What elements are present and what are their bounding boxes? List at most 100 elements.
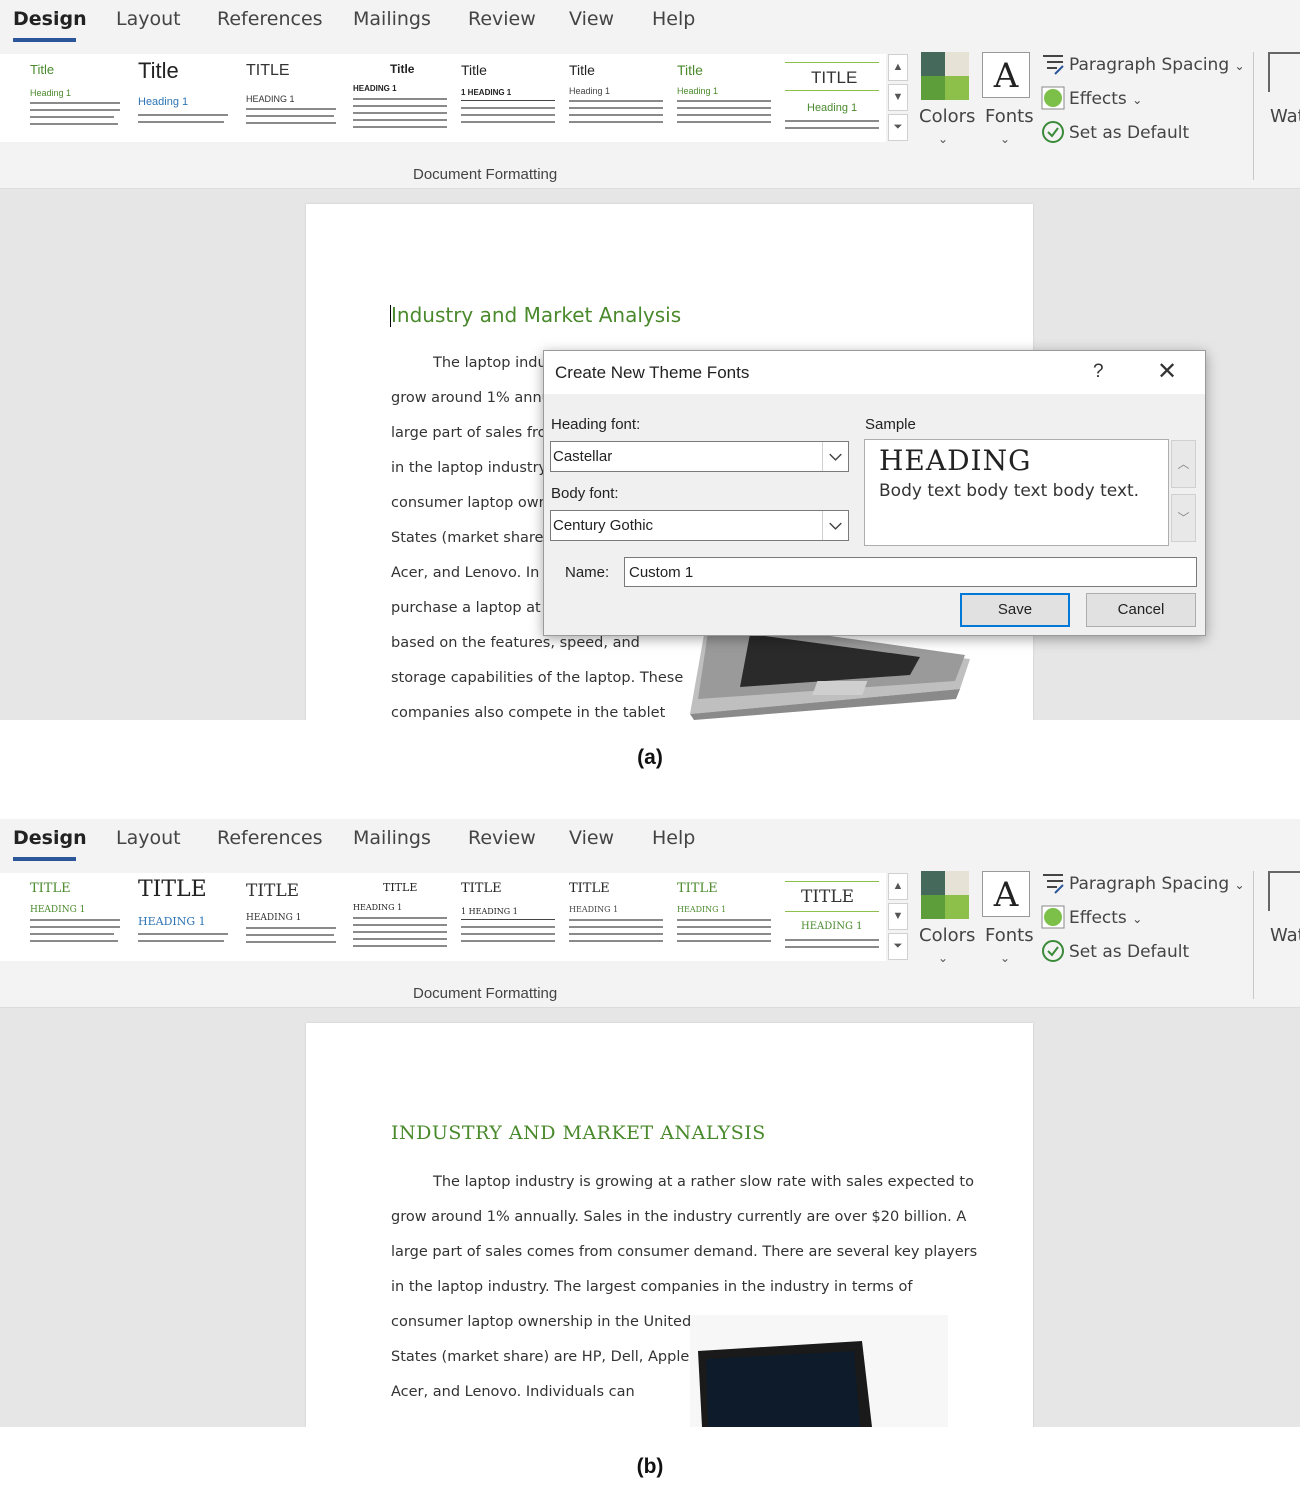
style-set-item[interactable]: TITLE HEADING 1 — [238, 54, 343, 140]
body-text-line: in the laptop industry. — [391, 460, 550, 476]
paragraph-spacing-button[interactable]: Paragraph Spacing ⌄ — [1069, 55, 1245, 75]
style-set-item[interactable]: TITLE HEADING 1 — [22, 873, 127, 959]
gallery-scroll-up-button[interactable]: ▲ — [888, 54, 908, 81]
fonts-button[interactable]: A — [982, 871, 1030, 917]
style-set-heading: 1 HEADING 1 — [461, 88, 512, 97]
style-set-text-preview — [677, 114, 771, 116]
effects-button[interactable]: Effects ⌄ — [1069, 908, 1142, 928]
style-set-title: Title — [30, 62, 55, 77]
style-set-text-preview — [569, 114, 663, 116]
tab-design[interactable]: Design — [13, 8, 87, 30]
style-set-item[interactable]: Title Heading 1 — [669, 54, 774, 140]
tab-references[interactable]: References — [217, 827, 323, 849]
body-text-line: storage capabilities of the laptop. Thes… — [391, 670, 684, 686]
style-set-text-preview — [246, 934, 334, 936]
body-text-line: The laptop indu — [433, 355, 547, 371]
panel-b-screenshot: Design Layout References Mailings Review… — [0, 819, 1300, 1427]
style-set-text-preview — [353, 917, 447, 919]
tab-design[interactable]: Design — [13, 827, 87, 849]
body-text-line: large part of sales fror — [391, 425, 553, 441]
colors-button[interactable] — [921, 52, 969, 100]
style-set-rule — [785, 881, 879, 882]
sample-scroll-up-button[interactable]: ︿ — [1171, 440, 1196, 488]
style-set-item[interactable]: Title 1 HEADING 1 — [453, 54, 558, 140]
style-set-item[interactable]: Title Heading 1 — [22, 54, 127, 140]
gallery-scroll-down-button[interactable]: ▼ — [888, 84, 908, 111]
paragraph-spacing-icon — [1043, 55, 1064, 75]
body-font-combobox[interactable]: Century Gothic — [550, 510, 849, 541]
tab-view[interactable]: View — [569, 827, 614, 849]
style-set-text-preview — [353, 938, 447, 940]
style-set-text-preview — [569, 100, 663, 102]
help-button[interactable]: ? — [1093, 361, 1104, 383]
gallery-scroll-down-button[interactable]: ▼ — [888, 903, 908, 930]
effects-button[interactable]: Effects ⌄ — [1069, 89, 1142, 109]
save-button[interactable]: Save — [960, 593, 1070, 627]
chevron-down-icon: ⌄ — [938, 132, 949, 146]
body-text-line: States (market share) are HP, Dell, Appl… — [391, 1349, 694, 1365]
colors-button[interactable] — [921, 871, 969, 919]
gallery-scroll-up-button[interactable]: ▲ — [888, 873, 908, 900]
tab-review[interactable]: Review — [468, 8, 536, 30]
ribbon-group-separator — [1253, 871, 1254, 999]
style-set-item[interactable]: TITLE 1 HEADING 1 — [453, 873, 558, 959]
design-ribbon: Title Heading 1 Title Heading 1 TITLE HE… — [0, 52, 1300, 189]
style-set-item[interactable]: TITLE HEADING 1 — [238, 873, 343, 959]
style-set-heading: 1 HEADING 1 — [461, 907, 518, 916]
chevron-down-icon: ⌄ — [1234, 878, 1245, 892]
tab-layout[interactable]: Layout — [116, 8, 181, 30]
style-set-title: TITLE — [801, 887, 855, 907]
watermark-label[interactable]: Wat — [1270, 925, 1300, 946]
set-as-default-button[interactable]: Set as Default — [1069, 942, 1189, 962]
style-set-item[interactable]: TITLE HEADING 1 — [561, 873, 666, 959]
style-set-item[interactable]: Title Heading 1 — [130, 54, 235, 140]
chevron-down-icon[interactable] — [822, 442, 848, 471]
style-set-gallery: Title Heading 1 Title Heading 1 TITLE HE… — [0, 54, 886, 142]
chevron-down-icon: ⌄ — [1000, 951, 1011, 965]
chevron-up-icon: ▲ — [892, 880, 904, 892]
sample-heading-text: HEADING — [879, 444, 1032, 477]
tab-review[interactable]: Review — [468, 827, 536, 849]
tab-mailings[interactable]: Mailings — [353, 8, 431, 30]
close-icon[interactable]: ✕ — [1157, 357, 1177, 386]
style-set-text-preview — [246, 927, 336, 929]
laptop-image[interactable] — [690, 1315, 948, 1427]
chevron-down-icon: ⌄ — [1234, 59, 1245, 73]
style-set-text-preview — [353, 924, 447, 926]
sample-scroll-down-button[interactable]: ﹀ — [1171, 494, 1196, 542]
sample-body-text: Body text body text body text. — [879, 481, 1140, 501]
fonts-button[interactable]: A — [982, 52, 1030, 98]
style-set-item[interactable]: TITLE HEADING 1 — [777, 873, 883, 959]
style-set-item[interactable]: TITLE HEADING 1 — [669, 873, 774, 959]
style-set-heading: Heading 1 — [138, 96, 189, 108]
tab-references[interactable]: References — [217, 8, 323, 30]
gallery-more-button[interactable]: ⏷ — [888, 933, 908, 960]
panel-a-caption: (a) — [637, 746, 663, 769]
tab-view[interactable]: View — [569, 8, 614, 30]
paragraph-spacing-button[interactable]: Paragraph Spacing ⌄ — [1069, 874, 1245, 894]
style-set-item[interactable]: Title HEADING 1 — [345, 54, 450, 140]
gallery-more-button[interactable]: ⏷ — [888, 114, 908, 141]
style-set-heading: Heading 1 — [30, 88, 72, 98]
effects-label: Effects — [1069, 908, 1127, 928]
style-set-text-preview — [246, 108, 336, 110]
tab-mailings[interactable]: Mailings — [353, 827, 431, 849]
style-set-text-preview — [569, 933, 663, 935]
set-as-default-button[interactable]: Set as Default — [1069, 123, 1189, 143]
document-page[interactable]: INDUSTRY AND MARKET ANALYSIS The laptop … — [306, 1023, 1033, 1427]
watermark-label[interactable]: Wat — [1270, 106, 1300, 127]
heading-font-combobox[interactable]: Castellar — [550, 441, 849, 472]
tab-help[interactable]: Help — [652, 8, 695, 30]
body-text-line: based on the features, speed, and — [391, 635, 640, 651]
style-set-item[interactable]: Title Heading 1 — [561, 54, 666, 140]
style-set-item[interactable]: TITLE HEADING 1 — [345, 873, 450, 959]
theme-name-input[interactable]: Custom 1 — [624, 557, 1197, 587]
tab-layout[interactable]: Layout — [116, 827, 181, 849]
style-set-heading: HEADING 1 — [801, 921, 863, 932]
cancel-button[interactable]: Cancel — [1086, 593, 1196, 627]
style-set-item[interactable]: TITLE HEADING 1 — [130, 873, 235, 959]
body-text-line: grow around 1% annu — [391, 390, 551, 406]
style-set-item[interactable]: TITLE Heading 1 — [777, 54, 883, 140]
tab-help[interactable]: Help — [652, 827, 695, 849]
chevron-down-icon[interactable] — [822, 511, 848, 540]
